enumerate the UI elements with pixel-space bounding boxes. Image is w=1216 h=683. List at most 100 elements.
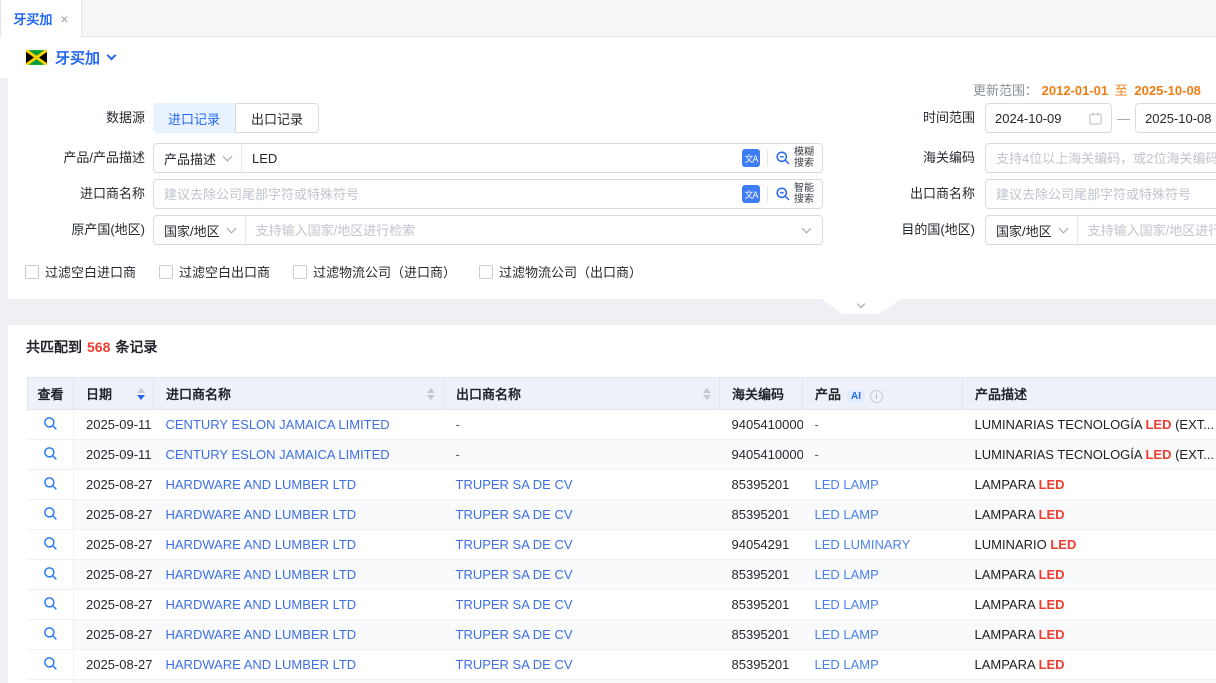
exporter-label: 出口商名称 xyxy=(828,179,975,209)
view-record-button[interactable] xyxy=(43,626,58,644)
hs-code-label: 海关编码 xyxy=(828,143,975,173)
checkbox-icon[interactable] xyxy=(293,265,307,279)
checkbox-label: 过滤物流公司（出口商） xyxy=(499,262,642,281)
table-row: 2025-08-27 HARDWARE AND LUMBER LTD TRUPE… xyxy=(28,530,1216,560)
hs-code-input[interactable] xyxy=(986,144,1216,172)
view-record-button[interactable] xyxy=(43,506,58,524)
product-keyword-input[interactable] xyxy=(242,144,742,172)
product-link[interactable]: LED LAMP xyxy=(815,477,879,492)
view-record-button[interactable] xyxy=(43,596,58,614)
exporter-link[interactable]: TRUPER SA DE CV xyxy=(456,597,573,612)
view-record-button[interactable] xyxy=(43,656,58,674)
exporter-link[interactable]: - xyxy=(456,417,460,432)
translate-icon[interactable]: 文A xyxy=(742,149,760,167)
importer-link[interactable]: HARDWARE AND LUMBER LTD xyxy=(166,537,357,552)
importer-link[interactable]: HARDWARE AND LUMBER LTD xyxy=(166,477,357,492)
exporter-link[interactable]: TRUPER SA DE CV xyxy=(456,627,573,642)
import-records-tab[interactable]: 进口记录 xyxy=(153,103,235,133)
importer-link[interactable]: HARDWARE AND LUMBER LTD xyxy=(166,567,357,582)
fuzzy-search-button[interactable]: 模糊 搜索 xyxy=(775,147,822,169)
column-header-hs-code: 海关编码 xyxy=(720,378,803,410)
cell-product-description: LUMINARIO LED xyxy=(963,530,1216,560)
time-range-start-input[interactable]: 2024-10-09 xyxy=(985,103,1112,133)
importer-link[interactable]: CENTURY ESLON JAMAICA LIMITED xyxy=(166,447,390,462)
column-header-exporter[interactable]: 出口商名称 xyxy=(444,378,720,410)
time-range-end-value: 2025-10-08 xyxy=(1145,111,1216,126)
sort-icon[interactable] xyxy=(703,388,711,400)
importer-input[interactable] xyxy=(154,180,742,208)
column-header-importer[interactable]: 进口商名称 xyxy=(154,378,444,410)
destination-select-value: 国家/地区 xyxy=(996,221,1052,240)
checkbox-filter-logistics-importer[interactable]: 过滤物流公司（进口商） xyxy=(293,262,456,281)
importer-link[interactable]: CENTURY ESLON JAMAICA LIMITED xyxy=(166,417,390,432)
product-link[interactable]: LED LAMP xyxy=(815,627,879,642)
origin-label: 原产国(地区) xyxy=(16,215,145,245)
importer-link[interactable]: HARDWARE AND LUMBER LTD xyxy=(166,507,357,522)
magnifier-icon xyxy=(43,626,58,641)
column-header-product: 产品AIi xyxy=(803,378,963,410)
translate-icon[interactable]: 文A xyxy=(742,185,760,203)
cell-date: 2025-08-27 xyxy=(74,620,154,650)
view-record-button[interactable] xyxy=(43,536,58,554)
filter-panel: 更新范围： 2012-01-01 至 2025-10-08 数据源 进口记录 出… xyxy=(8,78,1216,299)
cell-date: 2025-09-11 xyxy=(74,410,154,440)
cell-date: 2025-08-27 xyxy=(74,650,154,680)
origin-country-select[interactable]: 国家/地区 xyxy=(154,216,246,244)
checkbox-filter-blank-importer[interactable]: 过滤空白进口商 xyxy=(25,262,136,281)
collapse-filter-handle[interactable] xyxy=(822,299,900,314)
importer-link[interactable]: HARDWARE AND LUMBER LTD xyxy=(166,627,357,642)
product-link[interactable]: - xyxy=(815,417,819,432)
sort-icon[interactable] xyxy=(427,388,435,400)
product-link[interactable]: LED LAMP xyxy=(815,597,879,612)
view-record-button[interactable] xyxy=(43,566,58,584)
cell-date: 2025-09-11 xyxy=(74,440,154,470)
checkbox-filter-blank-exporter[interactable]: 过滤空白出口商 xyxy=(159,262,270,281)
destination-search-input[interactable] xyxy=(1078,216,1216,244)
product-link[interactable]: LED LAMP xyxy=(815,567,879,582)
export-records-tab[interactable]: 出口记录 xyxy=(235,103,319,133)
jamaica-flag-icon xyxy=(26,50,47,65)
product-link[interactable]: - xyxy=(815,447,819,462)
checkbox-icon[interactable] xyxy=(479,265,493,279)
origin-search-input[interactable] xyxy=(246,216,803,244)
match-count-line: 共匹配到568条记录 xyxy=(26,337,157,357)
importer-link[interactable]: HARDWARE AND LUMBER LTD xyxy=(166,597,357,612)
magnifier-icon xyxy=(43,416,58,431)
info-icon[interactable]: i xyxy=(870,390,883,403)
tab-jamaica[interactable]: 牙买加 × xyxy=(0,0,82,37)
exporter-input[interactable] xyxy=(986,180,1216,208)
sort-icon[interactable] xyxy=(137,388,145,400)
cell-hs-code: 85395201 xyxy=(720,590,803,620)
exporter-link[interactable]: TRUPER SA DE CV xyxy=(456,567,573,582)
view-record-button[interactable] xyxy=(43,476,58,494)
time-range-end-input[interactable]: 2025-10-08 xyxy=(1135,103,1216,133)
exporter-link[interactable]: - xyxy=(456,447,460,462)
product-link[interactable]: LED LUMINARY xyxy=(815,537,911,552)
country-dropdown-chevron-icon[interactable] xyxy=(107,51,117,61)
tab-bar: 牙买加 × xyxy=(0,0,1216,37)
checkbox-filter-logistics-exporter[interactable]: 过滤物流公司（出口商） xyxy=(479,262,642,281)
smart-search-button[interactable]: 智能 搜索 xyxy=(775,183,822,205)
chevron-down-icon[interactable] xyxy=(802,223,812,233)
tab-label: 牙买加 xyxy=(13,9,52,28)
exporter-link[interactable]: TRUPER SA DE CV xyxy=(456,507,573,522)
exporter-link[interactable]: TRUPER SA DE CV xyxy=(456,537,573,552)
tab-close-icon[interactable]: × xyxy=(60,11,68,27)
view-record-button[interactable] xyxy=(43,446,58,464)
destination-country-select[interactable]: 国家/地区 xyxy=(986,216,1078,244)
checkbox-icon[interactable] xyxy=(159,265,173,279)
exporter-link[interactable]: TRUPER SA DE CV xyxy=(456,477,573,492)
checkbox-label: 过滤物流公司（进口商） xyxy=(313,262,456,281)
product-link[interactable]: LED LAMP xyxy=(815,507,879,522)
importer-link[interactable]: HARDWARE AND LUMBER LTD xyxy=(166,657,357,672)
column-header-date[interactable]: 日期 xyxy=(74,378,154,410)
product-link[interactable]: LED LAMP xyxy=(815,657,879,672)
cell-date: 2025-08-27 xyxy=(74,680,154,683)
checkbox-icon[interactable] xyxy=(25,265,39,279)
view-record-button[interactable] xyxy=(43,416,58,434)
ai-badge: AI xyxy=(847,390,865,403)
product-field-select[interactable]: 产品描述 xyxy=(154,144,242,172)
cell-product-description: LAMPARA LED xyxy=(963,650,1216,680)
product-label: 产品/产品描述 xyxy=(16,143,145,173)
exporter-link[interactable]: TRUPER SA DE CV xyxy=(456,657,573,672)
